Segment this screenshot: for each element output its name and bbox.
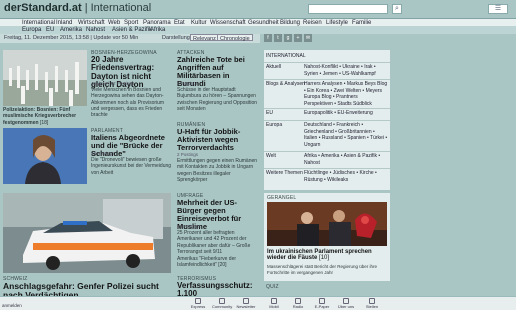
parliament-scuffle-illustration xyxy=(267,202,387,246)
article-postings[interactable]: 2 Postings xyxy=(177,152,198,157)
jobs-button[interactable]: Stellen xyxy=(362,298,382,310)
community-button[interactable]: Community xyxy=(212,298,232,310)
article-teaser: 25 Prozent aller befragten Amerikaner un… xyxy=(177,230,251,255)
search-icon[interactable]: ⌕ xyxy=(392,4,402,14)
bosnia-image[interactable] xyxy=(3,50,87,106)
gerangel-image[interactable] xyxy=(267,202,387,246)
topic-links[interactable]: Europapolitik • EU-Erweiterung xyxy=(304,110,388,117)
radio-button[interactable]: Radio xyxy=(288,298,308,310)
topic-label: Welt xyxy=(266,153,276,159)
section-title: International xyxy=(90,2,152,14)
chronology-button[interactable]: Chronologie xyxy=(217,34,253,42)
article-kicker: GERANGEL xyxy=(267,195,297,201)
international-box: INTERNATIONAL Aktuell Nahost-Konflikt • U… xyxy=(264,50,390,190)
newsletter-button[interactable]: Newsletter xyxy=(236,298,256,310)
topic-links[interactable]: Flüchtlinge • Jüdisches • Kirche • Rüstu… xyxy=(304,170,388,183)
facebook-icon[interactable]: f xyxy=(264,34,272,42)
secondary-nav: Europa EU Amerika Nahost Asien & Pazifik… xyxy=(0,26,516,34)
login-link[interactable]: anmelden xyxy=(0,303,60,310)
gerangel-teaser: GERANGEL Im ukrainischen Parlament sprec… xyxy=(264,193,390,281)
date-bar: Freitag, 11. Dezember 2015, 13:58 | Upda… xyxy=(0,34,260,43)
express-button[interactable]: Express xyxy=(188,298,208,310)
share-icon[interactable]: + xyxy=(294,34,302,42)
article-teaser: Viele Menschen in Bosnien und Herzegowin… xyxy=(91,87,165,118)
mail-icon[interactable]: ✉ xyxy=(304,34,312,42)
geneva-image[interactable] xyxy=(3,193,171,273)
twitter-icon[interactable]: t xyxy=(274,34,282,42)
footer-toolbar: Express Community Newsletter Mobil Radio… xyxy=(0,296,516,310)
date-text: Freitag, 11. Dezember 2015, 13:58 | Upda… xyxy=(4,35,139,41)
article-postings[interactable]: Analyse | 87 Postings xyxy=(91,81,134,86)
subnav-item[interactable]: Afrika xyxy=(150,26,165,34)
subnav-item[interactable]: Europa xyxy=(22,26,41,34)
article-postings[interactable]: 42 Postings xyxy=(91,151,115,156)
header-bar: derStandard.at | International ⌕ ☰ xyxy=(0,0,516,18)
login-button[interactable]: ☰ xyxy=(488,4,508,14)
box-title: INTERNATIONAL xyxy=(266,53,306,59)
article-teaser: Schüsse in der Hauptstadt Bujumbura zu h… xyxy=(177,87,258,112)
topic-label: EU xyxy=(266,110,273,116)
subnav-item[interactable]: EU xyxy=(46,26,54,34)
search-input[interactable] xyxy=(308,4,388,14)
topic-label: Aktuell xyxy=(266,64,282,70)
article-teaser: Massenschlägerei statt Bericht der Regie… xyxy=(267,264,378,275)
googleplus-icon[interactable]: g xyxy=(284,34,292,42)
primary-nav: International Inland Wirtschaft Web Spor… xyxy=(0,18,516,26)
italy-image[interactable] xyxy=(3,128,87,184)
memorial-graves-illustration xyxy=(3,50,87,106)
topic-label: Europa xyxy=(266,122,283,128)
topic-links[interactable]: Nahost-Konflikt • Ukraine • Irak • Syrie… xyxy=(304,64,388,77)
subnav-item[interactable]: Nahost xyxy=(86,26,105,34)
site-logo[interactable]: derStandard.at | International xyxy=(4,2,151,14)
topic-label: Weitere Themen xyxy=(266,170,303,176)
article-headline[interactable]: U-Haft für Jobbik-Aktivisten wegen Terro… xyxy=(177,128,259,152)
bosnia-caption[interactable]: Polizeiaktion: Bosnien: Fünf muslimische… xyxy=(3,107,89,126)
epaper-button[interactable]: E-Paper xyxy=(312,298,332,310)
related-link[interactable]: Amerikas "Fieberkurve der Islamfeindlich… xyxy=(177,256,259,269)
article-headline[interactable]: Im ukrainischen Parlament sprechen wiede… xyxy=(267,249,387,262)
subnav-item[interactable]: Asien & Pazifik xyxy=(112,26,152,34)
topic-links[interactable]: Deutschland • Frankreich • Griechenland … xyxy=(304,122,388,148)
police-car-illustration xyxy=(3,193,171,273)
topic-label: Blogs & Analysen xyxy=(266,81,305,87)
article-postings[interactable]: 8 Postings xyxy=(177,81,198,86)
article-teaser: Ermittlungen gegen einen Rumänen mit Kon… xyxy=(177,158,258,183)
relevance-button[interactable]: Relevanz xyxy=(190,34,219,42)
speaker-illustration xyxy=(3,128,87,184)
article-postings[interactable]: 25 Postings xyxy=(177,224,201,229)
topic-links[interactable]: Afrika • Amerika • Asien & Pazifik • Nah… xyxy=(304,153,388,166)
topic-links[interactable]: Harrers Analysen • Markus Beys Blog • Ei… xyxy=(304,81,388,107)
mobile-button[interactable]: Mobil xyxy=(264,298,284,310)
about-button[interactable]: Über uns xyxy=(336,298,356,310)
quiz-label: QUIZ xyxy=(266,284,279,290)
article-teaser: Die "Dronevoli" bewiesen große Ingenieur… xyxy=(91,157,172,176)
subnav-item[interactable]: Amerika xyxy=(60,26,82,34)
view-label: Darstellung: xyxy=(162,35,192,41)
